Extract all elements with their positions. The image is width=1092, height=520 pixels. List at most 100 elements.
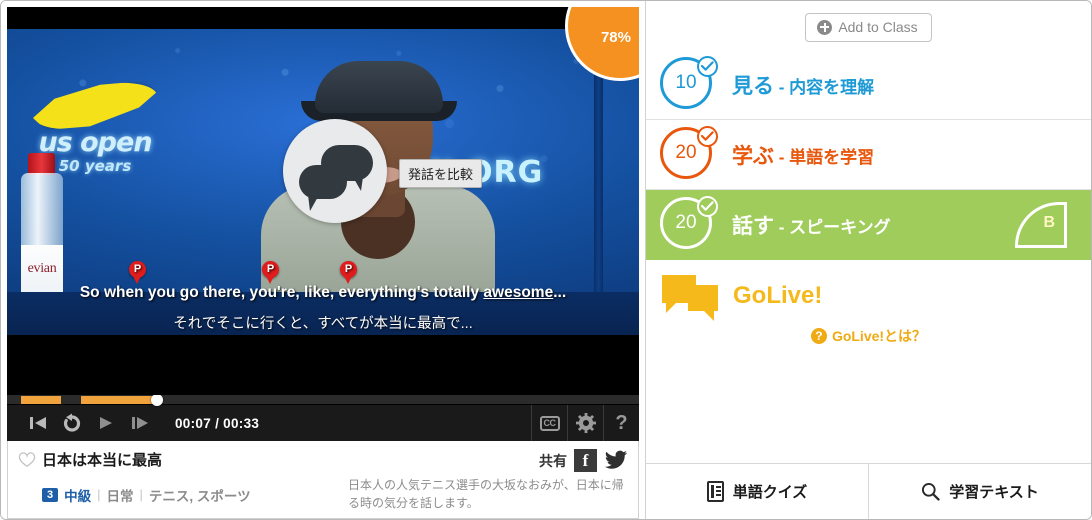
- subtitle-japanese: それでそこに行くと、すべてが本当に最高で...: [173, 316, 473, 333]
- lesson-name: 話す: [732, 215, 774, 238]
- progress-handle[interactable]: [151, 394, 163, 407]
- time-display: 00:07 / 00:33: [175, 415, 260, 431]
- add-to-class-button[interactable]: Add to Class: [805, 13, 932, 42]
- bottle-brand-text: evian: [27, 261, 57, 277]
- video-stage[interactable]: us open 50 years EN.ORG evian: [7, 7, 639, 396]
- golive-item[interactable]: GoLive!: [646, 260, 1091, 332]
- tag-separator: |: [97, 487, 101, 503]
- lesson-dash: -: [774, 147, 790, 167]
- facebook-share-icon[interactable]: f: [574, 449, 597, 473]
- twitter-share-icon[interactable]: [604, 449, 628, 472]
- lesson-title-learn: 学ぶ - 単語を学習: [732, 140, 874, 170]
- video-description: 日本人の人気テニス選手の大坂なおみが、日本に帰る時の気分を話します。: [348, 478, 624, 510]
- closed-captions-button[interactable]: CC: [531, 405, 567, 442]
- sidebar-bottom-bar: 単語クイズ 学習テキスト: [646, 463, 1091, 519]
- study-text-label: 学習テキスト: [949, 484, 1039, 501]
- lesson-points-badge: 20: [660, 196, 718, 253]
- level-label[interactable]: 中級: [64, 485, 91, 505]
- lesson-item-watch[interactable]: 10 見る - 内容を理解: [646, 50, 1091, 120]
- video-panel: us open 50 years EN.ORG evian: [1, 1, 645, 519]
- gear-icon: [575, 413, 596, 434]
- plus-circle-icon: [817, 19, 833, 35]
- person-cap: [315, 61, 443, 114]
- lesson-item-learn[interactable]: 20 学ぶ - 単語を学習: [646, 120, 1091, 190]
- facebook-glyph: f: [582, 451, 589, 471]
- magnifier-icon: [922, 482, 940, 501]
- lesson-list: 10 見る - 内容を理解 20 学ぶ - 単語を学習 20 話す - スピーキ…: [646, 50, 1091, 354]
- letterbox-top: [7, 7, 639, 29]
- tag-separator: |: [139, 487, 143, 503]
- subtitle-en-post: ...: [553, 284, 567, 302]
- grade-badge-shape: [1015, 202, 1067, 248]
- pronunciation-score-badge[interactable]: 78%: [565, 7, 639, 81]
- subtitle-english[interactable]: So when you go there, you're, like, ever…: [7, 261, 639, 304]
- lesson-dash: -: [774, 218, 790, 237]
- golive-help-label: GoLive!とは？: [831, 328, 927, 344]
- tag-category[interactable]: 日常: [107, 485, 134, 505]
- letterbox-bottom: [7, 335, 639, 396]
- vocab-quiz-button[interactable]: 単語クイズ: [646, 464, 868, 519]
- golive-help-row: ? GoLive!とは？: [646, 326, 1091, 354]
- study-text-button[interactable]: 学習テキスト: [868, 464, 1091, 519]
- share-label: 共有: [539, 452, 567, 469]
- grade-badge: B: [1015, 202, 1067, 248]
- control-row: 00:07 / 00:33 CC ?: [7, 405, 639, 442]
- compare-speech-tooltip: 発話を比較: [399, 159, 483, 188]
- video-title: 日本は本当に最高: [42, 452, 163, 470]
- lesson-player-window: us open 50 years EN.ORG evian: [0, 0, 1092, 520]
- speech-bubbles-icon[interactable]: [283, 119, 387, 223]
- level-number-badge: 3: [42, 487, 59, 502]
- bottle-cap: [28, 153, 55, 176]
- progress-segment: [21, 396, 61, 405]
- score-badge-value: 78%: [600, 29, 631, 46]
- tag-group: 3 中級 | 日常 | テニス, スポーツ: [42, 477, 251, 512]
- lesson-title-watch: 見る - 内容を理解: [732, 70, 874, 100]
- progress-segment: [81, 396, 159, 405]
- step-forward-button[interactable]: [123, 408, 157, 438]
- lesson-points-badge: 10: [660, 55, 718, 113]
- subtitle-en-highlight-word[interactable]: awesome: [483, 284, 553, 301]
- tag-topics[interactable]: テニス, スポーツ: [149, 485, 251, 505]
- lesson-subtitle: 内容を理解: [789, 77, 875, 97]
- meta-tags-row: 3 中級 | 日常 | テニス, スポーツ 日本人の人気テニス選手の大坂なおみが…: [18, 477, 628, 512]
- lesson-points-badge: 20: [660, 125, 718, 183]
- grade-letter: B: [1043, 214, 1055, 231]
- completed-check-icon: [697, 125, 718, 147]
- lesson-subtitle: スピーキング: [789, 218, 891, 237]
- subtitle-en-pre: So when you go there, you're, like, ever…: [79, 284, 484, 302]
- lesson-subtitle: 単語を学習: [789, 147, 875, 167]
- question-mark-icon: ?: [615, 411, 628, 434]
- completed-check-icon: [697, 55, 718, 77]
- settings-button[interactable]: [567, 405, 603, 442]
- notepad-icon: [706, 481, 724, 502]
- play-button[interactable]: [89, 408, 123, 438]
- cc-icon: CC: [539, 415, 560, 431]
- golive-bubble-right: [688, 285, 718, 321]
- heart-outline-icon[interactable]: [18, 451, 36, 469]
- video-meta: 日本は本当に最高 共有 f 3 中級 | 日常 | テニス, スポーツ 日本人の…: [7, 441, 639, 519]
- meta-title-row: 日本は本当に最高 共有 f: [18, 449, 628, 473]
- question-circle-icon: ?: [810, 328, 827, 344]
- golive-speech-bubbles-icon: [662, 275, 720, 321]
- speech-bubble-front: [299, 165, 347, 211]
- step-back-button[interactable]: [21, 408, 55, 438]
- subtitle-container: So when you go there, you're, like, ever…: [7, 261, 639, 333]
- lesson-dash: -: [774, 77, 790, 97]
- lesson-item-speak[interactable]: 20 話す - スピーキング B: [646, 190, 1091, 260]
- add-to-class-label: Add to Class: [838, 19, 918, 35]
- progress-bar[interactable]: [7, 394, 639, 407]
- help-button[interactable]: ?: [603, 405, 639, 442]
- lesson-title-speak: 話す - スピーキング: [732, 210, 891, 240]
- control-right-group: CC ?: [531, 405, 639, 442]
- lesson-sidebar: Add to Class 10 見る - 内容を理解 20 学ぶ - 単語を学習…: [645, 1, 1091, 519]
- replay-button[interactable]: [55, 408, 89, 438]
- lesson-name: 見る: [732, 74, 774, 98]
- golive-title: GoLive!: [733, 282, 823, 309]
- vocab-quiz-label: 単語クイズ: [732, 484, 808, 501]
- video-controls: 00:07 / 00:33 CC ?: [7, 394, 639, 442]
- lesson-name: 学ぶ: [732, 144, 774, 168]
- add-to-class-row: Add to Class: [646, 1, 1091, 50]
- share-group: 共有 f: [539, 449, 628, 473]
- golive-help-link[interactable]: ? GoLive!とは？: [810, 326, 927, 346]
- completed-check-icon: [697, 196, 718, 217]
